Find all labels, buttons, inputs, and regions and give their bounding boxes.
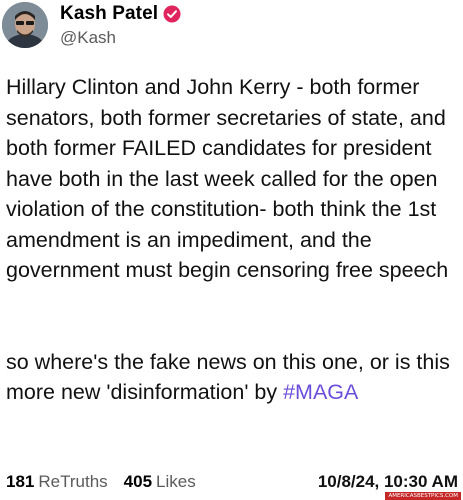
post-stats: 181 ReTruths 405 Likes 10/8/24, 10:30 AM: [6, 470, 458, 494]
likes-label: Likes: [156, 472, 196, 491]
author-handle[interactable]: @Kash: [60, 28, 181, 48]
post-timestamp: 10/8/24, 10:30 AM: [317, 472, 458, 491]
retruths-count[interactable]: 181 ReTruths: [6, 472, 108, 492]
watermark: AMERICASBESTPICS.COM: [385, 492, 461, 500]
post-paragraph: Hillary Clinton and John Kerry - both fo…: [6, 75, 449, 282]
avatar[interactable]: [2, 2, 48, 48]
post-body: Hillary Clinton and John Kerry - both fo…: [6, 72, 461, 408]
likes-number: 405: [123, 472, 153, 491]
retruths-number: 181: [6, 472, 35, 491]
author-name[interactable]: Kash Patel: [60, 3, 158, 25]
verified-badge-icon: [163, 5, 181, 23]
likes-count[interactable]: 405 Likes: [124, 472, 196, 492]
post-header: Kash Patel @Kash: [2, 2, 442, 48]
hashtag-link[interactable]: #MAGA: [283, 380, 358, 404]
post-paragraph: so where's the fake news on this one, or…: [6, 349, 456, 405]
retruths-label: ReTruths: [38, 472, 108, 491]
